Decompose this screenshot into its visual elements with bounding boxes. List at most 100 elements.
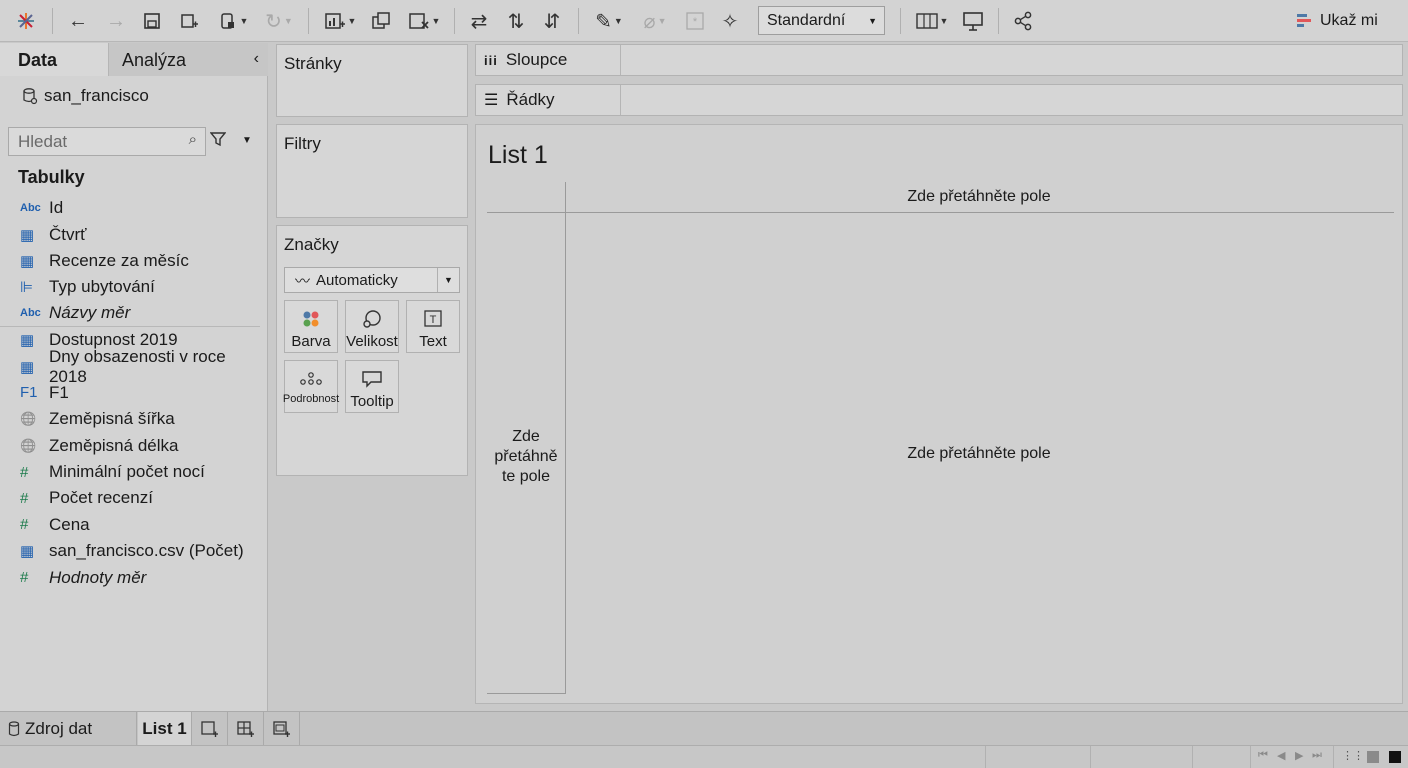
tab-list-1[interactable]: List 1 [138, 712, 192, 745]
view-drop-zone[interactable]: Zde přetáhněte pole [776, 445, 1182, 463]
fix-axes-icon[interactable]: ✧ [716, 6, 744, 36]
refresh-icon[interactable]: ↻ ▼ [258, 6, 300, 36]
field-label: Názvy měr [49, 303, 131, 323]
show-me-button[interactable]: Ukaž mi [1296, 8, 1378, 34]
number-type-icon: # [20, 463, 29, 481]
field-item[interactable]: 🌐 Zeměpisná šířka [0, 406, 268, 432]
clear-sheet-icon[interactable]: ▼ [402, 6, 446, 36]
next-sheet-icon[interactable]: ▶ [1295, 749, 1303, 762]
duplicate-sheet-icon[interactable] [366, 6, 396, 36]
row-drop-zone[interactable]: Zde přetáhně te pole [487, 427, 565, 487]
field-item[interactable]: 🌐 Zeměpisná délka [0, 433, 268, 459]
sort-descending-icon[interactable]: ⇵ [538, 6, 566, 36]
collapse-pane-icon[interactable]: ‹ [254, 50, 259, 68]
marks-card: Značky 〰 Automaticky ▼ Barva Velikost T … [276, 225, 468, 476]
sheet-title[interactable]: List 1 [488, 141, 548, 170]
filters-card[interactable]: Filtry [276, 124, 468, 218]
field-item[interactable]: Abc Názvy měr [0, 301, 260, 327]
globe-icon: 🌐 [20, 437, 37, 453]
table-dimension-icon: ▦ [20, 543, 35, 561]
sheet-sorter-icon[interactable]: ⋮⋮ [1342, 749, 1364, 762]
field-item[interactable]: F1 F1 [0, 380, 268, 406]
new-story-icon[interactable] [264, 712, 300, 745]
field-item[interactable]: ▦ Dny obsazenosti v roce 2018 [0, 347, 268, 386]
tableau-logo-icon[interactable] [12, 6, 40, 36]
size-icon [362, 308, 382, 330]
datasource-tab[interactable]: Zdroj dat [0, 712, 137, 745]
sort-ascending-icon[interactable]: ⇅ [502, 6, 530, 36]
field-label: Typ ubytování [49, 277, 155, 297]
svg-text:T: T [430, 314, 437, 326]
redo-icon[interactable]: → [100, 6, 132, 36]
tab-analysis[interactable]: Analýza ‹ [108, 43, 268, 76]
filmstrip-view-icon[interactable] [1367, 751, 1379, 763]
rows-shelf-label: ☰ Řádky [476, 85, 621, 115]
field-item[interactable]: ▦ Čtvrť [0, 221, 268, 247]
field-item[interactable]: ▦ san_francisco.csv (Počet) [0, 538, 268, 564]
field-item[interactable]: Abc Id [0, 195, 268, 221]
new-dashboard-icon[interactable] [228, 712, 264, 745]
string-type-icon: Abc [20, 202, 41, 215]
view-size-value: Standardní [767, 11, 846, 29]
pause-updates-icon[interactable]: ▼ [212, 6, 254, 36]
undo-icon[interactable]: ← [62, 6, 94, 36]
color-label: Barva [291, 333, 331, 350]
text-button[interactable]: T Text [406, 300, 460, 353]
sheet-tabs-bar: Zdroj dat List 1 [0, 711, 1408, 745]
new-worksheet-icon[interactable] [192, 712, 228, 745]
hierarchy-icon: ⊫ [20, 279, 34, 297]
chevron-down-icon: ▼ [868, 16, 877, 26]
tabs-view-icon[interactable] [1389, 751, 1401, 763]
detail-label: Podrobnost [282, 393, 340, 405]
labels-icon[interactable]: * [682, 6, 708, 36]
pane-menu-chevron-icon[interactable]: ▼ [242, 135, 252, 146]
field-item[interactable]: # Počet recenzí [0, 485, 268, 511]
share-icon[interactable] [1008, 6, 1038, 36]
column-header-divider [487, 212, 1394, 213]
table-dimension-icon: ▦ [20, 226, 35, 244]
first-sheet-icon[interactable]: ⏮ [1258, 749, 1268, 762]
save-icon[interactable] [138, 6, 166, 36]
datasource-item[interactable]: san_francisco [22, 86, 149, 106]
swap-rows-columns-icon[interactable]: ⇄ [464, 6, 494, 36]
color-button[interactable]: Barva [284, 300, 338, 353]
status-divider [1250, 746, 1251, 768]
view-size-select[interactable]: Standardní ▼ [758, 6, 885, 35]
rows-label: Řádky [506, 90, 555, 109]
tab-data[interactable]: Data [0, 43, 108, 76]
number-type-icon: # [20, 569, 29, 587]
columns-shelf[interactable]: iii Sloupce [475, 44, 1403, 76]
detail-button[interactable]: Podrobnost [282, 360, 340, 413]
rows-shelf[interactable]: ☰ Řádky [475, 84, 1403, 116]
field-label: Čtvrť [49, 224, 87, 244]
previous-sheet-icon[interactable]: ◀ [1277, 749, 1285, 762]
show-me-icon [1297, 14, 1311, 27]
field-label: Hodnoty měr [49, 567, 147, 587]
globe-icon: 🌐 [20, 411, 37, 427]
column-drop-zone[interactable]: Zde přetáhněte pole [776, 188, 1182, 206]
last-sheet-icon[interactable]: ⏭ [1312, 749, 1322, 762]
mark-type-select[interactable]: 〰 Automaticky ▼ [284, 267, 460, 293]
field-item[interactable]: ▦ Recenze za měsíc [0, 248, 268, 274]
tooltip-button[interactable]: Tooltip [345, 360, 399, 413]
new-datasource-icon[interactable] [174, 6, 204, 36]
presentation-mode-icon[interactable] [958, 6, 988, 36]
highlight-icon[interactable]: ✎ ▼ [588, 6, 630, 36]
size-button[interactable]: Velikost [345, 300, 399, 353]
worksheet-canvas[interactable]: List 1 Zde přetáhněte pole Zde přetáhně te… [475, 124, 1403, 704]
pages-card[interactable]: Stránky [276, 44, 468, 117]
field-item[interactable]: # Cena [0, 512, 268, 538]
field-item[interactable]: ⊫ Typ ubytování [0, 274, 268, 300]
filter-icon[interactable] [209, 131, 227, 152]
field-item[interactable]: # Minimální počet nocí [0, 459, 268, 485]
field-label: Minimální počet nocí [49, 462, 205, 482]
search-input[interactable]: Hledat ⌕ [8, 127, 206, 156]
text-icon: T [423, 308, 443, 330]
database-icon [8, 720, 20, 736]
text-label: Text [419, 333, 447, 350]
show-cards-icon[interactable]: ▼ [910, 6, 954, 36]
size-label: Velikost [346, 333, 398, 350]
new-sheet-icon[interactable]: ▼ [318, 6, 362, 36]
field-item[interactable]: # Hodnoty měr [0, 564, 268, 590]
group-icon[interactable]: ⌀ ▼ [634, 6, 676, 36]
